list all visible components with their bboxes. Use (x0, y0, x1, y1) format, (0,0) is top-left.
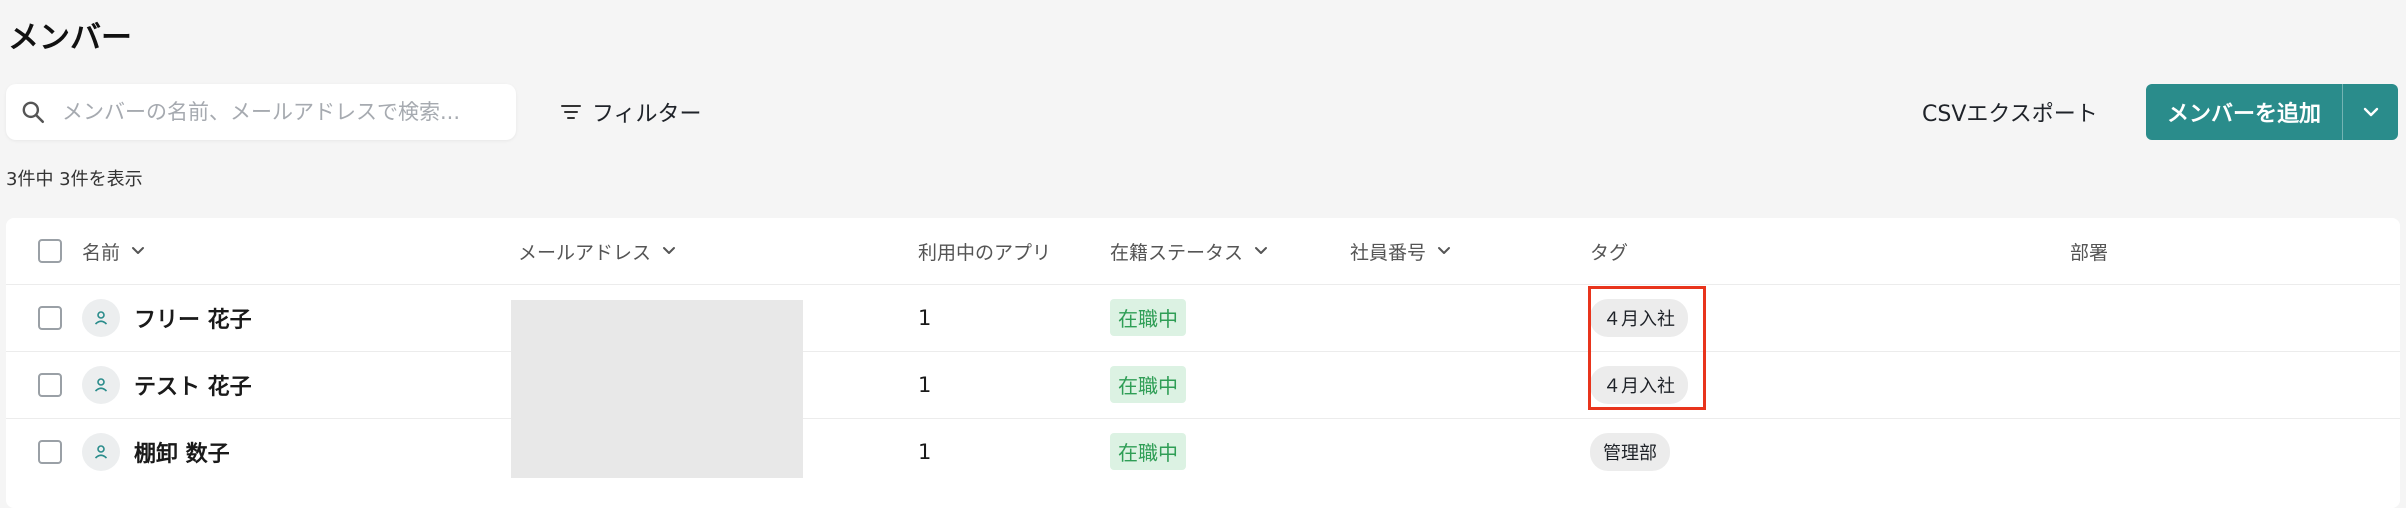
table-row[interactable]: フリー 花子 1 在職中 ４月入社 (6, 284, 2400, 352)
person-icon (94, 444, 108, 459)
member-name[interactable]: 棚卸 数子 (134, 436, 230, 468)
chevron-down-icon (2363, 107, 2378, 117)
result-count: 3件中 3件を表示 (6, 169, 143, 190)
member-name[interactable]: フリー 花子 (134, 302, 252, 334)
column-header-department-label: 部署 (2070, 241, 2109, 264)
filter-icon (561, 105, 581, 119)
app-count: 1 (918, 305, 932, 330)
select-all-checkbox[interactable] (38, 239, 62, 263)
column-header-employee-no-label: 社員番号 (1350, 241, 1427, 264)
add-member-dropdown-button[interactable] (2343, 84, 2398, 140)
avatar (82, 432, 120, 471)
column-header-name-label: 名前 (82, 241, 121, 264)
chevron-down-icon (1255, 247, 1268, 254)
filter-button[interactable]: フィルター (560, 92, 702, 132)
column-header-department: 部署 (2070, 218, 2108, 284)
status-badge: 在職中 (1110, 433, 1186, 470)
members-table: 名前 メールアドレス 利用中のアプリ 在籍ステータス 社員番号 タグ 部署 フリ… (6, 218, 2400, 508)
email-redaction (511, 300, 803, 478)
tag-chip: 管理部 (1590, 432, 1670, 471)
column-header-status[interactable]: 在籍ステータス (1110, 218, 1269, 284)
search-box[interactable] (6, 84, 516, 140)
add-member-button-group: メンバーを追加 (2146, 84, 2398, 140)
add-member-button[interactable]: メンバーを追加 (2146, 84, 2343, 140)
table-header-row: 名前 メールアドレス 利用中のアプリ 在籍ステータス 社員番号 タグ 部署 (6, 218, 2400, 285)
search-icon (22, 101, 45, 124)
person-icon (94, 377, 108, 392)
column-header-status-label: 在籍ステータス (1110, 241, 1244, 264)
chevron-down-icon (132, 247, 145, 254)
table-row[interactable]: 棚卸 数子 1 在職中 管理部 (6, 418, 2400, 485)
column-header-email[interactable]: メールアドレス (518, 218, 677, 284)
status-badge: 在職中 (1110, 366, 1186, 403)
row-checkbox[interactable] (38, 305, 62, 330)
filter-label: フィルター (592, 102, 702, 127)
status-badge: 在職中 (1110, 299, 1186, 336)
chevron-down-icon (663, 247, 676, 254)
tag-highlight-box (1588, 286, 1706, 410)
app-count: 1 (918, 439, 932, 464)
column-header-employee-no[interactable]: 社員番号 (1350, 218, 1452, 284)
column-header-apps-label: 利用中のアプリ (918, 241, 1052, 264)
table-row[interactable]: テスト 花子 1 在職中 ４月入社 (6, 351, 2400, 419)
avatar (82, 365, 120, 404)
avatar (82, 298, 120, 337)
page-title: メンバー (8, 20, 132, 56)
chevron-down-icon (1438, 247, 1451, 254)
row-checkbox[interactable] (38, 439, 62, 464)
column-header-name[interactable]: 名前 (82, 218, 146, 284)
app-count: 1 (918, 372, 932, 397)
search-input[interactable] (60, 99, 494, 125)
column-header-email-label: メールアドレス (518, 241, 652, 264)
row-checkbox[interactable] (38, 372, 62, 397)
column-header-tags-label: タグ (1590, 241, 1629, 264)
column-header-apps: 利用中のアプリ (918, 218, 1051, 284)
person-icon (94, 310, 108, 325)
csv-export-button[interactable]: CSVエクスポート (1922, 96, 2098, 128)
member-name[interactable]: テスト 花子 (134, 369, 252, 401)
column-header-tags: タグ (1590, 218, 1628, 284)
